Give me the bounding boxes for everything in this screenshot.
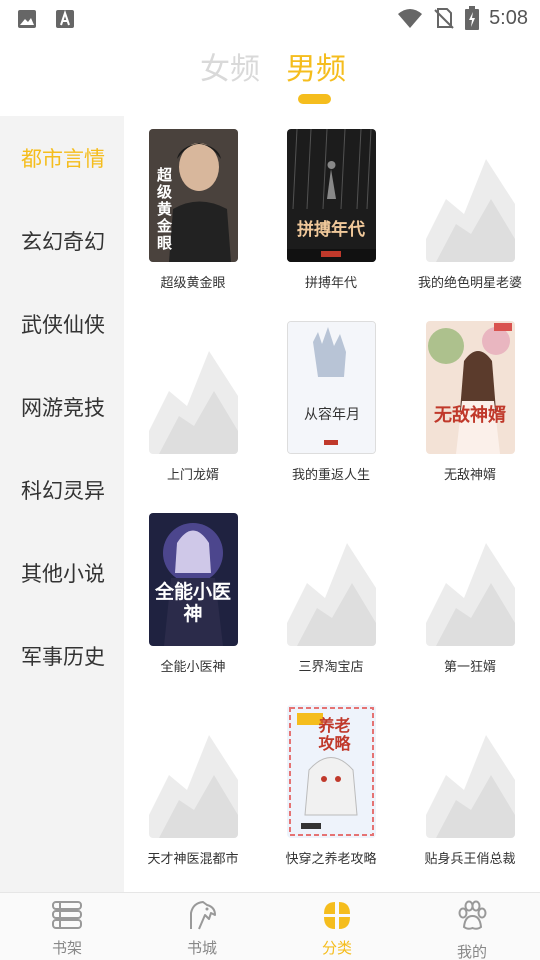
bottom-nav: 书架 书城 分类 我的 bbox=[0, 892, 540, 960]
paw-icon bbox=[458, 900, 487, 930]
book-cover bbox=[425, 129, 515, 262]
nav-label: 书城 bbox=[186, 939, 217, 957]
placeholder-mountain-icon bbox=[286, 513, 376, 646]
nav-mine[interactable]: 我的 bbox=[422, 899, 522, 960]
category-item-wangyou[interactable]: 网游竞技 bbox=[0, 365, 124, 448]
nav-label: 我的 bbox=[456, 943, 487, 960]
book-item[interactable]: 三界淘宝店 bbox=[271, 513, 391, 676]
category-item-kehuan[interactable]: 科幻灵异 bbox=[0, 448, 124, 531]
book-item[interactable]: 天才神医混都市 bbox=[133, 705, 253, 868]
cover-title: 从容年月 bbox=[304, 407, 360, 423]
cover-title: 无敌神婿 bbox=[434, 405, 506, 426]
book-cover: 养老攻略 bbox=[286, 705, 376, 838]
cover-title: 超级黄金眼 bbox=[156, 166, 172, 252]
nav-category[interactable]: 分类 bbox=[287, 899, 387, 958]
category-sidebar: 都市言情 玄幻奇幻 武侠仙侠 网游竞技 科幻灵异 其他小说 军事历史 bbox=[0, 116, 124, 892]
book-item[interactable]: 全能小医神 全能小医神 bbox=[133, 513, 253, 676]
book-title: 超级黄金眼 bbox=[160, 276, 226, 291]
book-item[interactable]: 上门龙婿 bbox=[133, 321, 253, 484]
image-icon bbox=[18, 10, 36, 28]
book-item[interactable]: 无敌神婿 无敌神婿 bbox=[410, 321, 530, 484]
book-title: 我的绝色明星老婆 bbox=[418, 276, 523, 291]
book-item[interactable]: 从容年月 我的重返人生 bbox=[271, 321, 391, 484]
category-label: 武侠仙侠 bbox=[21, 312, 105, 337]
book-title: 无敌神婿 bbox=[443, 468, 496, 483]
book-cover: 超级黄金眼 bbox=[148, 129, 238, 262]
placeholder-mountain-icon bbox=[425, 705, 515, 838]
category-item-qita[interactable]: 其他小说 bbox=[0, 531, 124, 614]
nav-label: 分类 bbox=[321, 939, 352, 957]
bookshelf-icon bbox=[52, 901, 82, 929]
book-cover: 全能小医神 bbox=[148, 513, 238, 646]
book-cover bbox=[148, 705, 238, 838]
book-item[interactable]: 超级黄金眼 超级黄金眼 bbox=[133, 129, 253, 292]
placeholder-mountain-icon bbox=[425, 129, 515, 262]
book-cover: 无敌神婿 bbox=[425, 321, 515, 454]
book-title: 全能小医神 bbox=[160, 660, 226, 675]
cover-title: 全能小医神 bbox=[154, 581, 231, 625]
nav-label: 书架 bbox=[51, 939, 82, 957]
no-sim-icon bbox=[434, 8, 454, 29]
book-cover bbox=[425, 705, 515, 838]
book-cover bbox=[148, 321, 238, 454]
book-title: 天才神医混都市 bbox=[147, 852, 239, 867]
nav-bookstore[interactable]: 书城 bbox=[152, 899, 252, 958]
tab-indicator bbox=[298, 94, 331, 104]
status-time: 5:08 bbox=[489, 6, 528, 29]
status-bar: 5:08 bbox=[0, 0, 540, 36]
book-item[interactable]: 我的绝色明星老婆 bbox=[410, 129, 530, 292]
category-item-wuxia[interactable]: 武侠仙侠 bbox=[0, 282, 124, 365]
book-title: 上门龙婿 bbox=[166, 468, 219, 483]
category-label: 玄幻奇幻 bbox=[21, 229, 105, 254]
wifi-icon bbox=[398, 9, 423, 28]
book-cover: 从容年月 bbox=[286, 321, 376, 454]
book-title: 我的重返人生 bbox=[291, 468, 370, 483]
book-item[interactable]: 养老攻略 快穿之养老攻略 bbox=[271, 705, 391, 868]
category-label: 军事历史 bbox=[21, 644, 105, 669]
category-label: 科幻灵异 bbox=[21, 478, 105, 503]
nav-bookshelf[interactable]: 书架 bbox=[17, 899, 117, 958]
category-item-dushi[interactable]: 都市言情 bbox=[0, 116, 124, 199]
book-title: 三界淘宝店 bbox=[298, 660, 364, 675]
placeholder-mountain-icon bbox=[148, 321, 238, 454]
category-label: 都市言情 bbox=[21, 146, 105, 171]
book-cover bbox=[286, 513, 376, 646]
gender-tabs: 女频 男频 bbox=[0, 36, 540, 116]
book-item[interactable]: 拼搏年代 拼搏年代 bbox=[271, 129, 391, 292]
book-cover bbox=[425, 513, 515, 646]
book-title: 拼搏年代 bbox=[304, 276, 357, 291]
category-label: 网游竞技 bbox=[21, 395, 105, 420]
book-title: 快穿之养老攻略 bbox=[285, 852, 377, 867]
book-title: 第一狂婿 bbox=[443, 660, 496, 675]
book-title: 贴身兵王俏总裁 bbox=[424, 852, 516, 867]
category-icon bbox=[324, 902, 350, 929]
book-item[interactable]: 贴身兵王俏总裁 bbox=[410, 705, 530, 868]
tab-male[interactable]: 男频 bbox=[286, 44, 346, 88]
category-item-junshi[interactable]: 军事历史 bbox=[0, 614, 124, 697]
category-label: 其他小说 bbox=[21, 561, 105, 586]
book-item[interactable]: 第一狂婿 bbox=[410, 513, 530, 676]
text-a-icon bbox=[56, 9, 74, 28]
placeholder-mountain-icon bbox=[425, 513, 515, 646]
cover-title: 养老攻略 bbox=[318, 716, 351, 753]
book-cover: 拼搏年代 bbox=[286, 129, 376, 262]
cover-title: 拼搏年代 bbox=[297, 220, 365, 240]
category-item-xuanhuan[interactable]: 玄幻奇幻 bbox=[0, 199, 124, 282]
tab-female[interactable]: 女频 bbox=[200, 44, 260, 88]
book-grid: 超级黄金眼 超级黄金眼 拼搏年代 拼搏年代 我的绝色明星老婆 上门龙婿 从容年月… bbox=[124, 116, 540, 892]
bookstore-icon bbox=[190, 901, 216, 930]
battery-icon bbox=[465, 6, 480, 30]
placeholder-mountain-icon bbox=[148, 705, 238, 838]
